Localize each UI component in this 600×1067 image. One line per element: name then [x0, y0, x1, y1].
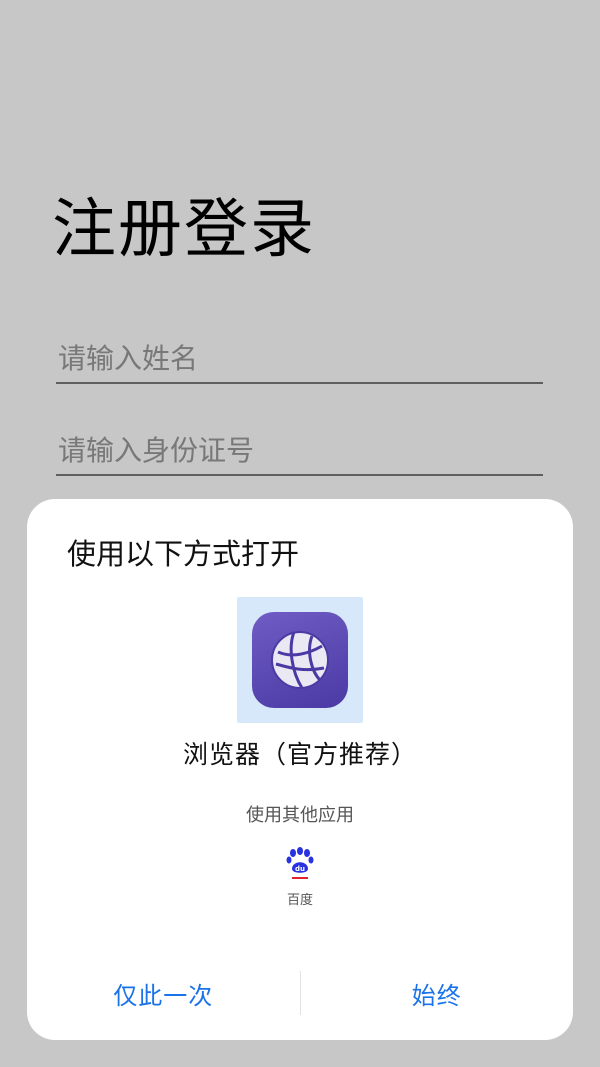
svg-text:du: du: [295, 865, 305, 873]
alt-app-name: 百度: [286, 893, 313, 908]
other-apps-label: 使用其他应用: [246, 805, 354, 826]
dialog-actions: 仅此一次 始终: [27, 965, 573, 1021]
baidu-paw-icon: du: [286, 847, 314, 879]
recommended-app-name[interactable]: 浏览器（官方推荐）: [27, 735, 573, 771]
browser-globe-icon: [252, 612, 348, 708]
just-once-button[interactable]: 仅此一次: [27, 976, 300, 1011]
always-button[interactable]: 始终: [301, 976, 574, 1011]
dialog-title: 使用以下方式打开: [67, 537, 300, 571]
alt-app-baidu[interactable]: du 百度: [260, 847, 340, 917]
recommended-app-option[interactable]: [237, 597, 363, 723]
open-with-dialog: 使用以下方式打开 浏览器（官方推荐） 使用其他应用 du 百度 仅此一次 始终: [27, 499, 573, 1040]
